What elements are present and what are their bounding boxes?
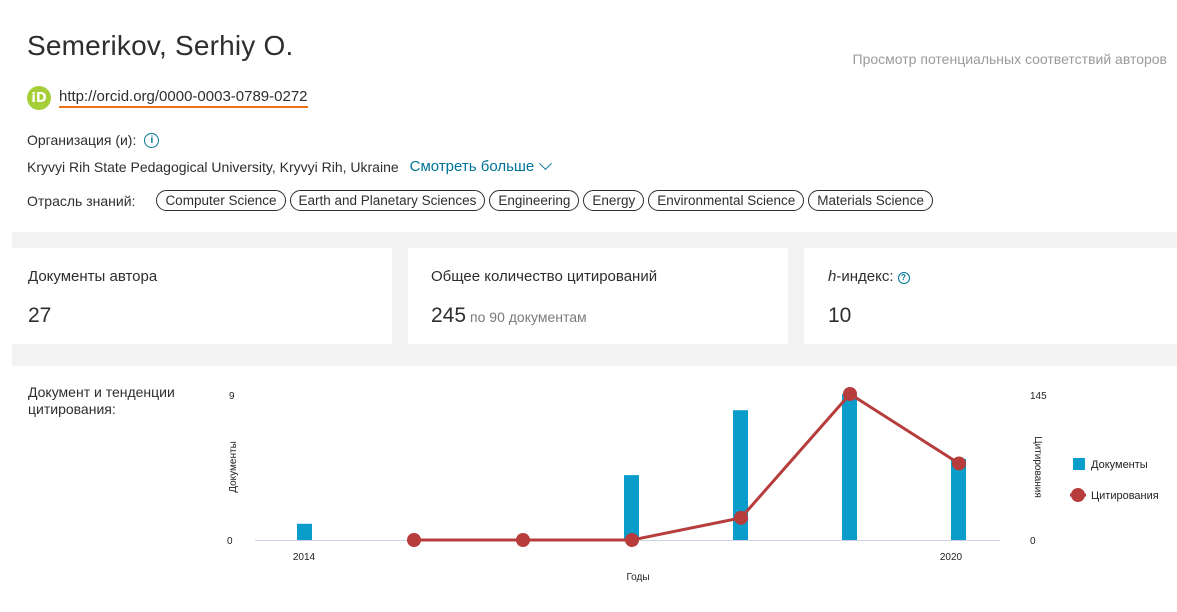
h-index-value: 10 [828,304,852,327]
left-axis-max-label: 9 [229,391,235,402]
trend-chart: 9 0 145 0 Документы Цитирования 2014 2020 Годы До… [227,387,1159,583]
citations-point [952,456,966,471]
citations-point [407,533,421,547]
orcid-link[interactable]: http://orcid.org/0000-0003-0789-0272 [59,88,308,108]
citations-line [414,392,960,542]
organization-row: Kryvyi Rih State Pedagogical University,… [27,157,553,175]
chevron-down-icon [539,157,553,171]
citations-card-title: Общее количество цитирований [431,268,658,285]
subject-area-row: Отрасль знаний: Computer Science Earth a… [27,190,937,211]
potential-matches-link[interactable]: Просмотр потенциальных соответствий авто… [853,51,1167,67]
chart-bar [624,475,639,540]
orcid-icon: iD [27,86,51,110]
organization-name: Kryvyi Rih State Pedagogical University,… [27,158,399,175]
citations-documents-count: по 90 документам [470,309,587,325]
organization-label-row: Организация (и): i [27,132,160,148]
citations-value-row: 245 по 90 документам [431,304,587,328]
documents-card-title: Документы автора [28,268,158,285]
x-axis-title: Годы [626,572,649,583]
trend-chart-panel: Документ и тенденции цитирования: 9 0 145 0… [12,366,1177,612]
chart-bar [842,394,857,540]
info-icon[interactable]: i [144,132,160,148]
x-tick-label: 2014 [293,552,316,563]
orcid-row: iD http://orcid.org/0000-0003-0789-0272 [27,86,308,110]
documents-count: 27 [28,304,52,327]
h-index-card[interactable]: h-индекс:? 10 [804,248,1177,344]
chart-bar [297,523,312,540]
legend-citations-label: Цитирования [1091,490,1159,502]
y-axis-left-title: Документы [228,441,239,493]
see-more-button[interactable]: Смотреть больше [409,157,553,175]
legend-documents-label: Документы [1091,459,1148,471]
x-tick-label: 2020 [940,552,963,563]
documents-card[interactable]: Документы автора 27 [12,248,392,344]
author-name: Semerikov, Serhiy O. [27,30,294,61]
subject-chip[interactable]: Computer Science [156,190,286,211]
citations-point [734,510,748,525]
see-more-label: Смотреть больше [409,158,535,175]
left-axis-min-label: 0 [227,536,233,547]
y-axis-right-title: Цитирования [1032,436,1043,498]
legend-documents-swatch [1073,458,1085,470]
subject-chip[interactable]: Environmental Science [648,190,805,211]
subject-chip[interactable]: Materials Science [808,190,933,211]
author-header: Semerikov, Serhiy O. Просмотр потенциаль… [0,0,1177,232]
organization-label: Организация (и): [27,132,137,148]
citations-point [625,533,639,547]
h-index-title-rest: -индекс: [836,268,894,285]
chart-bar [951,458,966,540]
subject-chip[interactable]: Earth and Planetary Sciences [289,190,486,211]
citations-card[interactable]: Общее количество цитирований 245 по 90 до… [408,248,788,344]
right-axis-max-label: 145 [1030,391,1047,402]
subject-chip[interactable]: Engineering [489,190,580,211]
help-icon[interactable]: ? [897,271,910,284]
citations-point [516,533,530,547]
subject-area-label: Отрасль знаний: [27,192,136,209]
citations-count: 245 [431,304,467,327]
legend-citations-swatch [1071,488,1085,502]
h-index-title: h-индекс:? [828,268,910,285]
right-axis-min-label: 0 [1030,536,1036,547]
citations-point [843,387,857,401]
subject-chip[interactable]: Energy [583,190,645,211]
